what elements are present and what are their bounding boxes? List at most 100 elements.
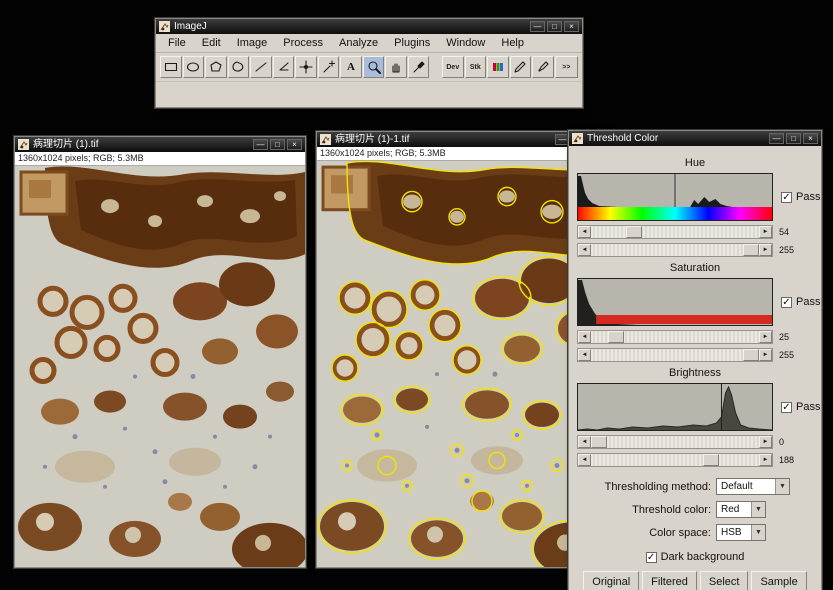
scroll-left-icon[interactable]: ◄ [578,244,591,256]
saturation-max-thumb[interactable] [743,349,759,361]
brightness-min-track[interactable] [591,436,759,448]
maximize-icon[interactable]: □ [547,21,562,32]
saturation-histogram [577,278,773,326]
close-icon[interactable]: × [287,139,302,150]
hue-min-thumb[interactable] [626,226,642,238]
maximize-icon[interactable]: □ [270,139,285,150]
line-icon [253,59,269,75]
menu-help[interactable]: Help [493,35,532,52]
scroll-left-icon[interactable]: ◄ [578,454,591,466]
threshold-titlebar[interactable]: Threshold Color — □ × [569,131,821,146]
tool-text[interactable]: A [340,56,362,78]
scroll-left-icon[interactable]: ◄ [578,226,591,238]
scroll-right-icon[interactable]: ► [759,349,772,361]
scroll-right-icon[interactable]: ► [759,226,772,238]
tool-magnifier[interactable] [363,56,385,78]
thresholding-method-value: Default [717,481,775,492]
threshold-color-select[interactable]: Red ▼ [716,501,766,518]
tool-angle[interactable] [273,56,295,78]
freehand-icon [230,59,246,75]
menu-window[interactable]: Window [438,35,493,52]
window-title: ImageJ [174,19,526,34]
brush-icon [535,59,551,75]
lut-icon [490,59,506,75]
image-window-titlebar[interactable]: 病理切片 (1)-1.tif — □ × [317,132,607,147]
brightness-max-thumb[interactable] [703,454,719,466]
color-space-select[interactable]: HSB ▼ [716,524,766,541]
tool-stk-menu[interactable]: Stk [465,56,487,78]
select-button[interactable]: Select [700,571,749,590]
scroll-right-icon[interactable]: ► [759,244,772,256]
tool-line[interactable] [250,56,272,78]
brightness-max-track[interactable] [591,454,759,466]
saturation-min-thumb[interactable] [608,331,624,343]
hue-max-slider: ◄ ► 255 [577,243,813,257]
tool-rectangle[interactable] [160,56,182,78]
close-icon[interactable]: × [803,133,818,144]
more-tools-button[interactable]: >> [555,56,578,78]
menu-analyze[interactable]: Analyze [331,35,386,52]
menu-file[interactable]: File [160,35,194,52]
filtered-button[interactable]: Filtered [642,571,697,590]
tool-bar: A Dev Stk [156,53,582,82]
brightness-section-label: Brightness [577,367,813,379]
image-canvas-original[interactable] [15,166,305,567]
minimize-icon[interactable]: — [769,133,784,144]
window-title: 病理切片 (1).tif [33,137,249,152]
minimize-icon[interactable]: — [530,21,545,32]
menu-process[interactable]: Process [275,35,331,52]
hue-section-label: Hue [577,157,813,169]
tool-point[interactable] [295,56,317,78]
dark-background-checkbox[interactable]: ✓ Dark background [646,551,745,563]
hue-min-track[interactable] [591,226,759,238]
saturation-max-track[interactable] [591,349,759,361]
tool-pencil[interactable] [510,56,532,78]
oval-icon [185,59,201,75]
tool-polygon[interactable] [205,56,227,78]
saturation-max-value: 255 [779,350,794,360]
sample-button[interactable]: Sample [751,571,806,590]
hand-icon [388,59,404,75]
menu-edit[interactable]: Edit [194,35,229,52]
checkbox-icon: ✓ [781,192,792,203]
hue-max-track[interactable] [591,244,759,256]
tool-color-picker[interactable] [408,56,430,78]
menu-plugins[interactable]: Plugins [386,35,438,52]
saturation-pass-checkbox[interactable]: ✓ Pass [781,296,820,308]
brightness-pass-checkbox[interactable]: ✓ Pass [781,401,820,413]
image-canvas-thresholded[interactable] [317,161,607,567]
maximize-icon[interactable]: □ [786,133,801,144]
scroll-right-icon[interactable]: ► [759,454,772,466]
window-title: Threshold Color [587,131,765,146]
tool-hand[interactable] [385,56,407,78]
menu-image[interactable]: Image [229,35,276,52]
hue-max-thumb[interactable] [743,244,759,256]
minimize-icon[interactable]: — [253,139,268,150]
brightness-min-thumb[interactable] [591,436,607,448]
scroll-right-icon[interactable]: ► [759,331,772,343]
tool-wand[interactable] [318,56,340,78]
scroll-left-icon[interactable]: ◄ [578,349,591,361]
thresholding-method-select[interactable]: Default ▼ [716,478,790,495]
tool-brush[interactable] [532,56,554,78]
hue-pass-checkbox[interactable]: ✓ Pass [781,191,820,203]
brightness-pass-label: Pass [796,401,820,413]
brightness-histogram [577,383,773,431]
scroll-right-icon[interactable]: ► [759,436,772,448]
tool-oval[interactable] [183,56,205,78]
saturation-min-track[interactable] [591,331,759,343]
threshold-color-label: Threshold color: [577,504,711,516]
tool-freehand[interactable] [228,56,250,78]
image-window-titlebar[interactable]: 病理切片 (1).tif — □ × [15,137,305,152]
dropper-icon [411,59,427,75]
image-info: 1360x1024 pixels; RGB; 5.3MB [317,147,607,161]
dropdown-arrow-icon: ▼ [751,525,765,540]
tool-dev-menu[interactable]: Dev [442,56,464,78]
original-button[interactable]: Original [583,571,639,590]
scroll-left-icon[interactable]: ◄ [578,331,591,343]
scroll-left-icon[interactable]: ◄ [578,436,591,448]
close-icon[interactable]: × [564,21,579,32]
polygon-icon [208,59,224,75]
tool-lut-menu[interactable] [487,56,509,78]
imagej-titlebar[interactable]: ImageJ — □ × [156,19,582,34]
